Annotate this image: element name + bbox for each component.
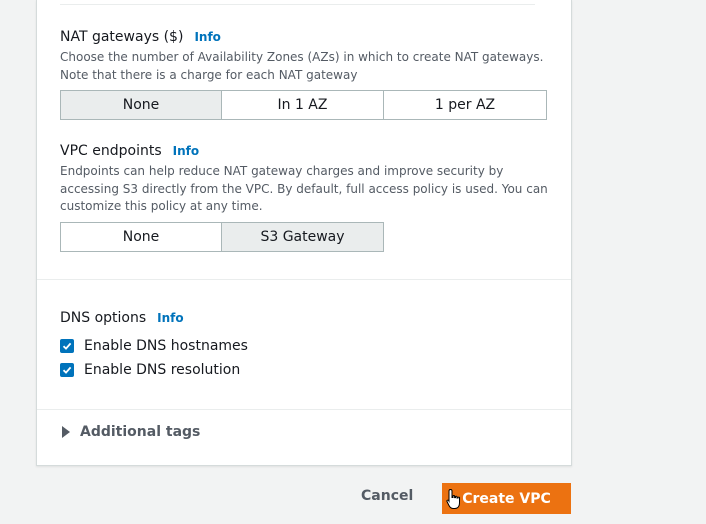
section-divider [37,409,571,410]
enable-dns-hostnames-row[interactable]: Enable DNS hostnames [60,334,248,358]
nat-gateways-label: NAT gateways ($) [60,29,184,45]
section-divider [37,279,571,280]
vpc-endpoints-description: Endpoints can help reduce NAT gateway ch… [60,163,548,216]
additional-tags-expander[interactable]: Additional tags [62,424,200,440]
nat-gateways-segmented-control: None In 1 AZ 1 per AZ [60,90,547,120]
nat-option-1-per-az[interactable]: 1 per AZ [384,90,547,120]
vpce-desc-line: Endpoints can help reduce NAT gateway ch… [60,164,504,178]
nat-gateways-description: Choose the number of Availability Zones … [60,49,547,84]
dns-options-field: DNS options Info Enable DNS hostnames En… [60,309,248,382]
vpce-option-none[interactable]: None [60,221,222,252]
previous-field-edge [60,0,535,5]
enable-dns-hostnames-label: Enable DNS hostnames [84,338,248,354]
nat-desc-line: Note that there is a charge for each NAT… [60,67,358,82]
enable-dns-resolution-row[interactable]: Enable DNS resolution [60,358,248,382]
vpc-endpoints-field: VPC endpoints Info Endpoints can help re… [60,142,548,252]
caret-right-icon [62,426,70,438]
dns-options-info-link[interactable]: Info [157,309,183,327]
nat-option-in-1-az[interactable]: In 1 AZ [222,90,384,120]
vpce-desc-line: customize this policy at any time. [60,199,263,213]
dns-options-label: DNS options [60,310,147,326]
nat-desc-line: Choose the number of Availability Zones … [60,50,544,64]
vpce-option-s3-gateway[interactable]: S3 Gateway [222,221,384,252]
vpce-desc-line: accessing S3 directly from the VPC. By d… [60,181,548,196]
enable-dns-hostnames-checkbox[interactable] [60,339,74,353]
nat-gateways-info-link[interactable]: Info [194,28,220,46]
nat-gateways-field: NAT gateways ($) Info Choose the number … [60,28,547,120]
vpc-settings-panel: NAT gateways ($) Info Choose the number … [36,0,572,466]
nat-option-none[interactable]: None [60,90,222,120]
enable-dns-resolution-label: Enable DNS resolution [84,362,241,378]
checkmark-icon [62,342,72,350]
cancel-button[interactable]: Cancel [361,488,413,504]
checkmark-icon [62,366,72,374]
vpc-endpoints-label: VPC endpoints [60,143,162,159]
hand-pointer-icon [446,488,460,509]
enable-dns-resolution-checkbox[interactable] [60,363,74,377]
vpc-endpoints-segmented-control: None S3 Gateway [60,221,548,252]
additional-tags-label: Additional tags [80,424,201,440]
vpc-endpoints-info-link[interactable]: Info [173,142,199,160]
